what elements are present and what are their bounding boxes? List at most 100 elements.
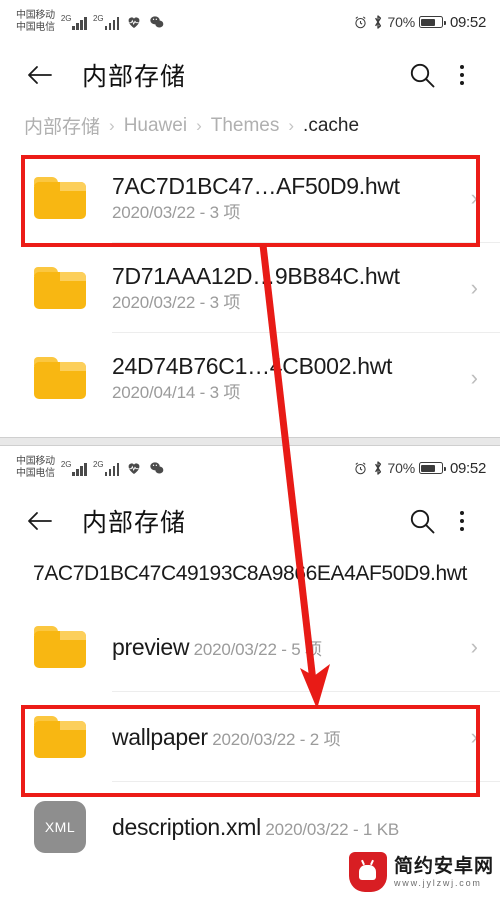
list-item-text: description.xml 2020/03/22 - 1 KB [112, 813, 478, 842]
carrier-primary-label: 中国移动 [16, 456, 55, 467]
chevron-right-icon: › [470, 634, 478, 659]
list-item-text: wallpaper 2020/03/22 - 2 项 [112, 723, 463, 752]
carrier-secondary-label: 中国电信 [16, 468, 55, 479]
carrier-labels: 中国移动 中国电信 [16, 10, 55, 34]
signal-bars-icon-2 [104, 462, 120, 476]
page-title: 内部存储 [82, 509, 187, 537]
heart-rate-icon [128, 463, 140, 474]
folder-icon [34, 267, 86, 309]
list-item-subtitle: 2020/03/22 - 5 项 [193, 639, 322, 659]
status-bar-right: 70% 09:52 [353, 14, 486, 31]
folder-icon [34, 357, 86, 399]
site-watermark: 简约安卓网 www.jylzwj.com [348, 852, 494, 892]
signal-indicator-1: 2G [60, 459, 87, 476]
breadcrumb: 内部存储 › Huawei › Themes › .cache [0, 106, 500, 153]
list-item[interactable]: 24D74B76C1…4CB002.hwt 2020/04/14 - 3 项 › [0, 333, 500, 423]
list-item[interactable]: 7D71AAA12D…9BB84C.hwt 2020/03/22 - 3 项 › [0, 243, 500, 333]
breadcrumb-item-3[interactable]: .cache [303, 115, 359, 137]
bluetooth-icon [374, 15, 381, 29]
chevron-right-icon: › [470, 365, 478, 390]
battery-icon [418, 16, 446, 28]
breadcrumb-item-2[interactable]: Themes [211, 115, 280, 137]
watermark-site-url: www.jylzwj.com [393, 877, 482, 888]
network-gen-label-1: 2G [60, 13, 72, 23]
phone-screenshot-top: 中国移动 中国电信 2G 2G 70% 09:52 内部存储 内部存储 › Hu… [0, 0, 500, 437]
clock-label: 09:52 [449, 13, 486, 31]
back-arrow-icon[interactable] [20, 55, 60, 95]
carrier-secondary-label: 中国电信 [16, 22, 55, 33]
file-list-bottom: preview 2020/03/22 - 5 项 › wallpaper 202… [0, 602, 500, 872]
overflow-menu-icon[interactable] [442, 55, 482, 95]
watermark-text: 简约安卓网 www.jylzwj.com [394, 856, 494, 889]
network-gen-label-2: 2G [92, 13, 104, 23]
signal-bars-icon-1 [72, 16, 87, 30]
xml-file-icon: XML [34, 801, 86, 853]
list-item-subtitle: 2020/04/14 - 3 项 [112, 382, 241, 402]
battery-percent-label: 70% [387, 14, 416, 30]
bluetooth-icon [374, 461, 381, 475]
phone-screenshot-bottom: 中国移动 中国电信 2G 2G 70% 09:52 内部存储 7AC7D1BC4… [0, 446, 500, 898]
back-arrow-icon[interactable] [20, 501, 60, 541]
list-item[interactable]: 7AC7D1BC47…AF50D9.hwt 2020/03/22 - 3 项 › [0, 153, 500, 243]
carrier-primary-label: 中国移动 [16, 10, 55, 21]
signal-bars-icon-2 [104, 16, 120, 30]
list-item-title: preview [112, 633, 190, 660]
list-item-text: 24D74B76C1…4CB002.hwt 2020/04/14 - 3 项 [112, 352, 463, 405]
file-list-top: 7AC7D1BC47…AF50D9.hwt 2020/03/22 - 3 项 ›… [0, 153, 500, 423]
alarm-icon [354, 15, 366, 28]
list-item[interactable]: preview 2020/03/22 - 5 项 › [0, 602, 500, 692]
breadcrumb-separator-icon: › [196, 115, 202, 135]
list-item-title: description.xml [112, 813, 261, 840]
heart-rate-icon [128, 17, 140, 28]
signal-indicator-2: 2G [93, 460, 120, 476]
screenshot-page: 中国移动 中国电信 2G 2G 70% 09:52 内部存储 内部存储 › Hu… [0, 0, 500, 898]
android-shield-logo-icon [348, 852, 387, 892]
list-item-title: 7AC7D1BC47…AF50D9.hwt [112, 172, 400, 199]
list-item-title: 7D71AAA12D…9BB84C.hwt [112, 262, 400, 289]
breadcrumb-separator-icon: › [288, 115, 295, 135]
carrier-labels: 中国移动 中国电信 [16, 456, 55, 480]
search-icon[interactable] [402, 501, 442, 541]
app-bar-bottom: 内部存储 [0, 490, 500, 552]
signal-indicator-2: 2G [92, 13, 120, 30]
list-item-text: preview 2020/03/22 - 5 项 [112, 633, 463, 662]
list-item-subtitle: 2020/03/22 - 3 项 [112, 202, 241, 222]
status-bar-left: 中国移动 中国电信 2G 2G [16, 10, 165, 34]
list-item[interactable]: wallpaper 2020/03/22 - 2 项 › [0, 692, 500, 782]
wechat-icon [150, 16, 164, 28]
search-icon[interactable] [402, 55, 442, 95]
folder-icon [34, 716, 86, 758]
folder-icon [34, 626, 86, 668]
battery-percent-label: 70% [387, 460, 416, 476]
chevron-right-icon: › [470, 275, 478, 300]
signal-bars-icon-1 [72, 462, 87, 476]
network-gen-label-1: 2G [60, 459, 72, 469]
list-item-text: 7D71AAA12D…9BB84C.hwt 2020/03/22 - 3 项 [112, 262, 463, 315]
alarm-icon [354, 461, 366, 474]
list-item-subtitle: 2020/03/22 - 3 项 [112, 292, 241, 312]
list-item-subtitle: 2020/03/22 - 1 KB [265, 819, 399, 839]
list-item-subtitle: 2020/03/22 - 2 项 [212, 729, 341, 749]
clock-label: 09:52 [449, 459, 486, 477]
status-bar-bottom: 中国移动 中国电信 2G 2G 70% 09:52 [0, 446, 500, 490]
signal-indicator-1: 2G [60, 13, 87, 30]
status-bar-right: 70% 09:52 [353, 460, 486, 477]
overflow-menu-icon[interactable] [442, 501, 482, 541]
breadcrumb-item-0[interactable]: 内部存储 [24, 112, 100, 139]
list-item-title: wallpaper [112, 723, 208, 750]
list-item-text: 7AC7D1BC47…AF50D9.hwt 2020/03/22 - 3 项 [112, 172, 463, 225]
current-path-label[interactable]: 7AC7D1BC47C49193C8A9866EA4AF50D9.hwt [0, 552, 500, 602]
wechat-icon [150, 462, 164, 474]
page-title: 内部存储 [82, 63, 187, 91]
status-bar-top: 中国移动 中国电信 2G 2G 70% 09:52 [0, 0, 500, 44]
battery-icon [418, 462, 446, 474]
panel-separator [0, 437, 500, 446]
watermark-site-name: 简约安卓网 [393, 855, 494, 877]
breadcrumb-item-1[interactable]: Huawei [124, 115, 187, 137]
app-bar-top: 内部存储 [0, 44, 500, 106]
list-item-title: 24D74B76C1…4CB002.hwt [112, 352, 393, 379]
chevron-right-icon: › [470, 724, 478, 749]
chevron-right-icon: › [470, 185, 478, 210]
breadcrumb-separator-icon: › [109, 115, 115, 135]
status-bar-left: 中国移动 中国电信 2G 2G [16, 456, 165, 480]
